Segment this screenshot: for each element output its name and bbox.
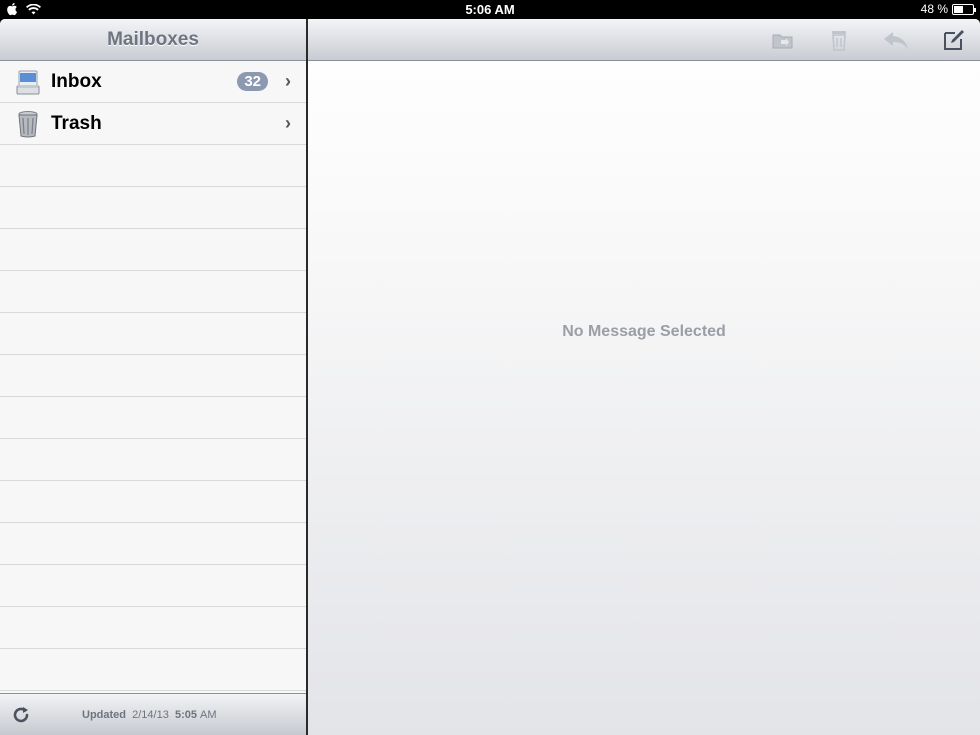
- status-bar: 5:06 AM 48 %: [0, 0, 980, 19]
- refresh-icon[interactable]: [10, 704, 32, 726]
- battery-percent: 48 %: [920, 2, 948, 16]
- updated-ampm: AM: [200, 708, 217, 721]
- mailbox-label-inbox: Inbox: [51, 70, 102, 92]
- mailboxes-sidebar: Mailboxes Inbox 32 › Trash › Updated 2/1…: [0, 19, 306, 735]
- mailbox-row-trash[interactable]: Trash ›: [0, 103, 306, 145]
- updated-status: Updated 2/14/13 5:05 AM: [82, 709, 217, 721]
- sidebar-header: Mailboxes: [0, 19, 306, 61]
- chevron-right-icon: ›: [285, 113, 291, 133]
- battery-fill: [954, 5, 963, 13]
- updated-time: 5:05: [174, 708, 197, 721]
- no-message-selected-text: No Message Selected: [562, 323, 726, 340]
- updated-date: 2/14/13: [132, 708, 169, 721]
- compose-icon[interactable]: [941, 27, 967, 53]
- detail-toolbar: [308, 19, 980, 61]
- mailbox-label-trash: Trash: [51, 112, 102, 134]
- reply-icon[interactable]: [883, 27, 909, 53]
- status-time: 5:06 AM: [465, 2, 515, 17]
- mailbox-list: Inbox 32 › Trash ›: [0, 61, 306, 693]
- message-detail-pane: No Message Selected: [308, 19, 980, 735]
- updated-label: Updated: [82, 708, 126, 721]
- sidebar-footer: Updated 2/14/13 5:05 AM: [0, 693, 306, 735]
- chevron-right-icon: ›: [285, 71, 291, 91]
- unread-count-badge: 32: [237, 72, 268, 91]
- battery-icon: [952, 3, 976, 15]
- move-folder-icon[interactable]: [770, 27, 796, 53]
- sidebar-title: Mailboxes: [107, 28, 199, 50]
- inbox-icon: [15, 68, 41, 96]
- mailbox-row-inbox[interactable]: Inbox 32 ›: [0, 61, 306, 103]
- status-right: 48 %: [920, 2, 976, 16]
- trash-can-icon: [15, 110, 41, 138]
- trash-icon[interactable]: [826, 27, 852, 53]
